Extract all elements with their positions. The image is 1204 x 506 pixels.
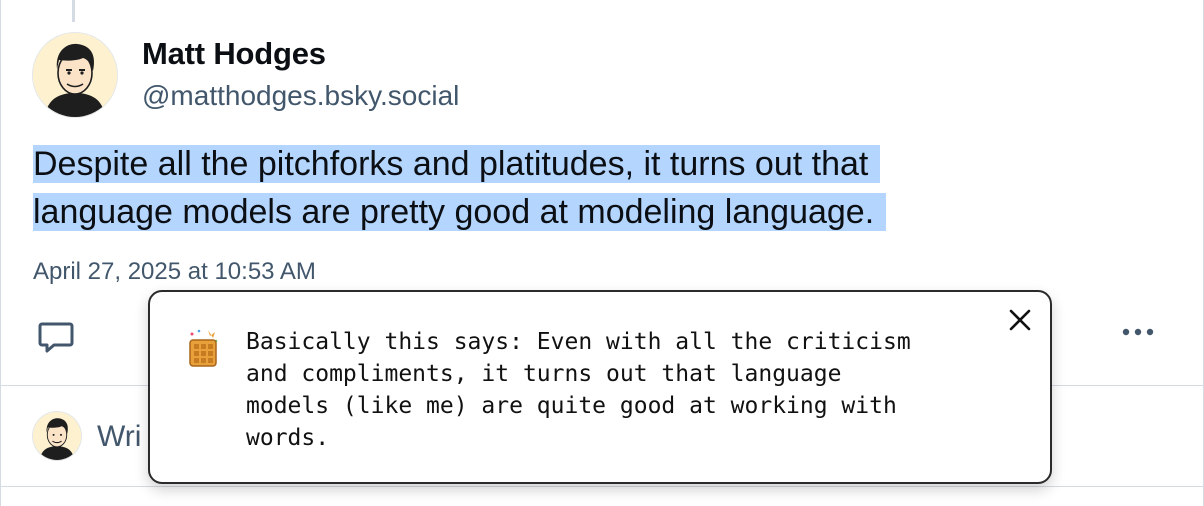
avatar-illustration-small xyxy=(33,412,81,460)
thread-connector-line xyxy=(72,0,75,22)
divider-bottom xyxy=(0,486,1204,487)
post-line-1-text: Despite all the pitchforks and platitude… xyxy=(33,145,881,183)
post-timestamp[interactable]: April 27, 2025 at 10:53 AM xyxy=(33,258,316,286)
explanation-line-1: Basically this says: Even with all the c… xyxy=(246,329,911,355)
post-line-1: Despite all the pitchforks and platitude… xyxy=(33,140,1033,188)
reply-icon[interactable] xyxy=(36,316,76,356)
post-line-2-text: language models are pretty good at model… xyxy=(33,193,887,231)
post-line-2: language models are pretty good at model… xyxy=(33,188,1033,236)
explanation-line-2: and compliments, it turns out that langu… xyxy=(246,361,842,387)
explanation-line-3: models (like me) are quite good at worki… xyxy=(246,393,897,419)
author-avatar[interactable] xyxy=(33,33,117,117)
more-options-icon[interactable] xyxy=(1118,320,1162,344)
avatar-illustration xyxy=(33,33,117,117)
close-icon[interactable] xyxy=(1006,306,1034,334)
explanation-text: Basically this says: Even with all the c… xyxy=(246,326,1016,454)
explanation-popup: Basically this says: Even with all the c… xyxy=(148,290,1052,484)
author-name[interactable]: Matt Hodges xyxy=(142,36,326,72)
explanation-line-4: words. xyxy=(246,425,330,451)
waffle-party-emoji xyxy=(186,328,220,368)
frame-left-border xyxy=(0,0,1,506)
current-user-avatar xyxy=(33,412,81,460)
post-body: Despite all the pitchforks and platitude… xyxy=(33,140,1033,236)
author-handle[interactable]: @matthodges.bsky.social xyxy=(142,80,459,112)
